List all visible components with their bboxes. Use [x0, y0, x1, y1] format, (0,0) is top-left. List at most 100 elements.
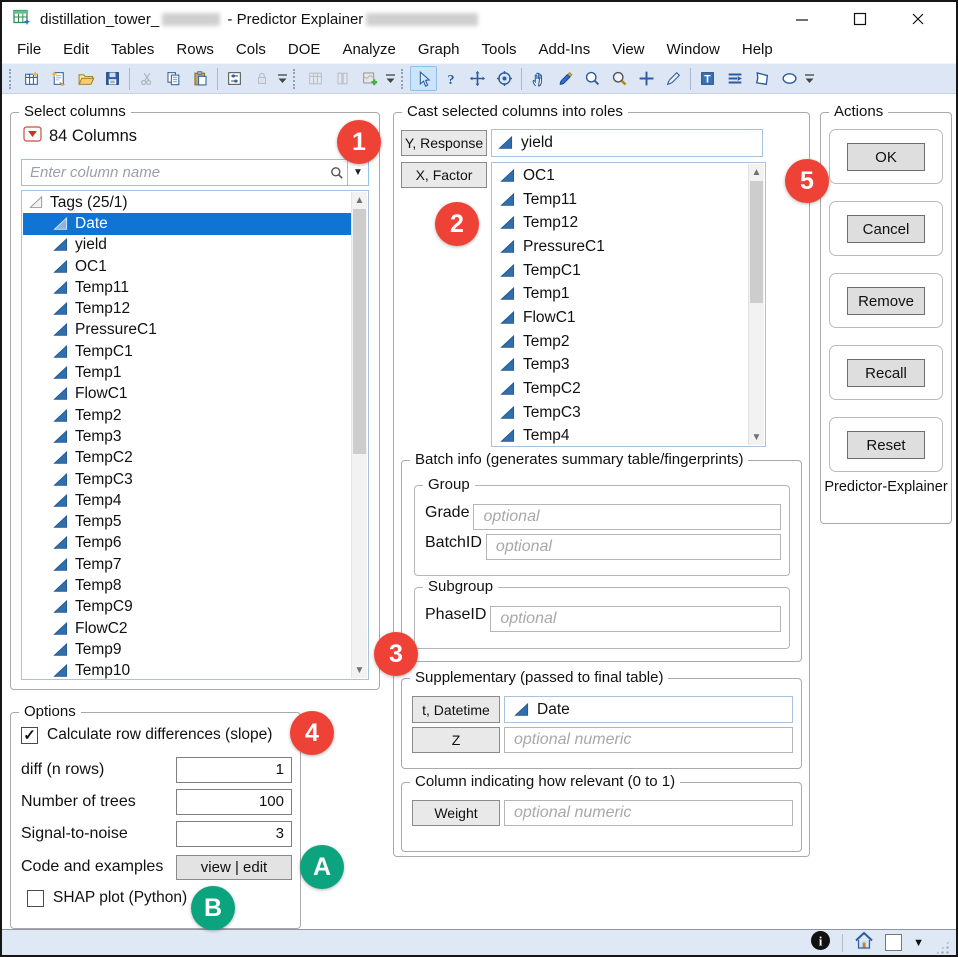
menu-item[interactable]: Graph — [407, 38, 471, 61]
info-icon[interactable]: i — [810, 930, 831, 956]
x-factor-item[interactable]: Temp12 — [493, 211, 748, 235]
column-list-item[interactable]: TempC1 — [23, 341, 351, 362]
menu-item[interactable]: File — [6, 38, 52, 61]
x-factor-item[interactable]: Temp4 — [493, 425, 748, 449]
hand-icon[interactable] — [525, 66, 552, 91]
menu-item[interactable]: Tools — [471, 38, 528, 61]
option-input[interactable]: 3 — [176, 821, 292, 847]
datetime-button[interactable]: t, Datetime — [412, 696, 500, 723]
map-add-icon[interactable] — [356, 66, 383, 91]
y-response-field[interactable]: yield — [491, 129, 763, 157]
role-field[interactable]: optional — [485, 534, 781, 560]
help-icon[interactable]: ? — [437, 66, 464, 91]
cursor-icon[interactable] — [410, 66, 437, 91]
column-list-item[interactable]: Temp9 — [23, 639, 351, 660]
lasso-zoom-icon[interactable] — [579, 66, 606, 91]
column-list-item[interactable]: yield — [23, 235, 351, 256]
scroll-down-icon[interactable]: ▼ — [352, 662, 367, 678]
role-button[interactable]: Grade — [425, 504, 469, 530]
column-list-item[interactable]: FlowC1 — [23, 384, 351, 405]
data-table-icon[interactable] — [302, 66, 329, 91]
layer-select-box[interactable] — [885, 934, 903, 951]
columns-icon[interactable] — [329, 66, 356, 91]
column-list-item[interactable]: Temp4 — [23, 490, 351, 511]
view-edit-button[interactable]: view | edit — [176, 854, 292, 880]
column-list-scrollbar[interactable]: ▲ ▼ — [351, 192, 367, 678]
x-factor-item[interactable]: FlowC1 — [493, 306, 748, 330]
crosshair-icon[interactable] — [633, 66, 660, 91]
column-list-item[interactable]: FlowC2 — [23, 618, 351, 639]
column-list-item[interactable]: PressureC1 — [23, 320, 351, 341]
search-dropdown-icon[interactable]: ▼ — [348, 167, 368, 178]
home-icon[interactable] — [854, 931, 874, 955]
column-list-item[interactable]: Temp1 — [23, 362, 351, 383]
scroll-down-icon[interactable]: ▼ — [749, 429, 764, 445]
scroll-up-icon[interactable]: ▲ — [352, 192, 367, 208]
menu-item[interactable]: Help — [731, 38, 784, 61]
column-list-item[interactable]: Temp8 — [23, 575, 351, 596]
column-list-item[interactable]: Temp11 — [23, 277, 351, 298]
action-button[interactable]: Cancel — [847, 215, 925, 243]
move-icon[interactable] — [464, 66, 491, 91]
x-factor-item[interactable]: PressureC1 — [493, 235, 748, 259]
role-button[interactable]: PhaseID — [425, 606, 486, 632]
resize-grip[interactable] — [935, 940, 950, 955]
menu-item[interactable]: Tables — [100, 38, 165, 61]
action-button[interactable]: Remove — [847, 287, 925, 315]
x-factor-item[interactable]: OC1 — [493, 164, 748, 188]
column-list-item[interactable]: Temp2 — [23, 405, 351, 426]
new-data-table-icon[interactable] — [18, 66, 45, 91]
action-button[interactable]: Reset — [847, 431, 925, 459]
menu-item[interactable]: Rows — [165, 38, 225, 61]
toolbar-overflow-icon[interactable] — [383, 68, 397, 90]
column-list-item[interactable]: TempC3 — [23, 469, 351, 490]
save-icon[interactable] — [99, 66, 126, 91]
scroll-up-icon[interactable]: ▲ — [749, 164, 764, 180]
oval-annotation-icon[interactable] — [775, 66, 802, 91]
close-button[interactable] — [904, 7, 932, 31]
role-field[interactable]: optional — [473, 504, 781, 530]
menu-item[interactable]: View — [601, 38, 655, 61]
paste-icon[interactable] — [187, 66, 214, 91]
column-list-item[interactable]: TempC9 — [23, 597, 351, 618]
x-factor-item[interactable]: Temp2 — [493, 330, 748, 354]
x-factor-item[interactable]: TempC3 — [493, 401, 748, 425]
new-script-icon[interactable] — [45, 66, 72, 91]
open-file-icon[interactable] — [72, 66, 99, 91]
x-factor-item[interactable]: Temp1 — [493, 282, 748, 306]
action-button[interactable]: Recall — [847, 359, 925, 387]
column-list-item[interactable]: Temp3 — [23, 426, 351, 447]
menu-item[interactable]: Edit — [52, 38, 100, 61]
role-field[interactable]: optional — [490, 606, 781, 632]
x-factor-item[interactable]: TempC2 — [493, 377, 748, 401]
lines-annotation-icon[interactable] — [721, 66, 748, 91]
column-group-header[interactable]: Tags (25/1) — [23, 192, 351, 213]
red-hotspot-icon[interactable] — [23, 126, 42, 147]
column-list-item[interactable]: Temp6 — [23, 533, 351, 554]
toolbar-overflow-icon[interactable] — [275, 68, 289, 90]
scrollbar-thumb[interactable] — [750, 181, 763, 303]
scrollbar-thumb[interactable] — [353, 209, 366, 454]
z-field[interactable]: optional numeric — [504, 727, 793, 753]
role-button[interactable]: BatchID — [425, 534, 482, 560]
toolbar-grip[interactable] — [293, 68, 297, 89]
layer-dropdown-icon[interactable]: ▼ — [913, 937, 924, 949]
minimize-button[interactable] — [788, 7, 816, 31]
column-list-item[interactable]: Temp12 — [23, 298, 351, 319]
column-list-item[interactable]: Temp10 — [23, 661, 351, 679]
z-button[interactable]: Z — [412, 727, 500, 753]
x-factor-item[interactable]: TempC1 — [493, 259, 748, 283]
lock-icon[interactable] — [248, 66, 275, 91]
x-factor-item[interactable]: Temp3 — [493, 354, 748, 378]
shap-plot-checkbox[interactable] — [27, 889, 44, 907]
column-list-item[interactable]: OC1 — [23, 256, 351, 277]
column-list-item[interactable]: TempC2 — [23, 448, 351, 469]
search-icon[interactable] — [327, 165, 347, 181]
cut-icon[interactable] — [133, 66, 160, 91]
y-response-button[interactable]: Y, Response — [401, 130, 487, 156]
row-differences-checkbox[interactable]: ✓ — [21, 726, 38, 744]
bullseye-icon[interactable] — [491, 66, 518, 91]
column-list-item[interactable]: Date — [23, 213, 351, 235]
option-input[interactable]: 1 — [176, 757, 292, 783]
magnifier-icon[interactable] — [606, 66, 633, 91]
